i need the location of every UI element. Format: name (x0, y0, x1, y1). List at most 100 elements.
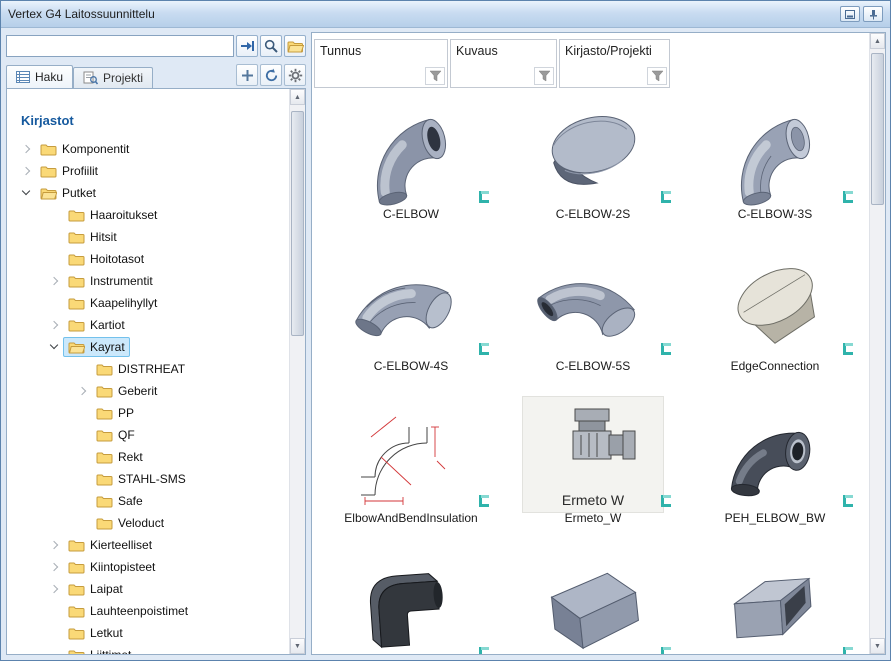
tree-item-distrheat[interactable]: DISTRHEAT (7, 358, 305, 380)
tree-item-kiintopisteet[interactable]: Kiintopisteet (7, 556, 305, 578)
component-item-c-elbow-5s[interactable]: C-ELBOW-5S (502, 241, 684, 393)
component-item-c-elbow-2s[interactable]: C-ELBOW-2S (502, 89, 684, 241)
folder-icon (40, 142, 57, 156)
column-header-kirjasto-projekti[interactable]: Kirjasto/Projekti (559, 39, 670, 88)
expand-arrow-icon[interactable] (47, 559, 63, 575)
titlebar[interactable]: Vertex G4 Laitossuunnittelu (1, 1, 890, 28)
tree-item-qf[interactable]: QF (7, 424, 305, 446)
tree-item-kayrat[interactable]: Kayrat (7, 336, 305, 358)
tree-item-pp[interactable]: PP (7, 402, 305, 424)
tree-item-stahl-sms[interactable]: STAHL-SMS (7, 468, 305, 490)
folder-icon (68, 560, 85, 574)
tree-item-liittimet[interactable]: Liittimet (7, 644, 305, 655)
tree-scrollbar-thumb[interactable] (291, 111, 304, 336)
component-item[interactable] (320, 545, 502, 654)
scroll-up-arrow-icon[interactable]: ▲ (870, 33, 885, 49)
tree-item-instrumentit[interactable]: Instrumentit (7, 270, 305, 292)
pin-icon (869, 9, 878, 20)
component-item-peh-elbow-bw[interactable]: PEH_ELBOW_BW (684, 393, 866, 545)
settings-button[interactable] (284, 64, 306, 86)
component-preview (523, 93, 663, 208)
plus-icon (240, 68, 255, 83)
expander-spacer (47, 251, 63, 267)
tree-item-geberit[interactable]: Geberit (7, 380, 305, 402)
collapse-arrow-icon[interactable] (19, 185, 35, 201)
add-button[interactable] (236, 64, 258, 86)
refresh-button[interactable] (260, 64, 282, 86)
expand-arrow-icon[interactable] (19, 141, 35, 157)
expand-arrow-icon[interactable] (47, 273, 63, 289)
filter-button-kirjasto-projekti[interactable] (647, 67, 667, 85)
component-item[interactable] (684, 545, 866, 654)
expand-arrow-icon[interactable] (47, 537, 63, 553)
library-badge-icon (840, 189, 856, 205)
filter-button-tunnus[interactable] (425, 67, 445, 85)
folder-icon (96, 494, 113, 508)
tree-item-rekt[interactable]: Rekt (7, 446, 305, 468)
filter-funnel-icon (651, 70, 664, 82)
search-button[interactable] (260, 35, 282, 57)
folder-icon (96, 406, 113, 420)
tree-item-haaroitukset[interactable]: Haaroitukset (7, 204, 305, 226)
component-item-c-elbow-4s[interactable]: C-ELBOW-4S (320, 241, 502, 393)
expand-arrow-icon[interactable] (19, 163, 35, 179)
column-header-kuvaus[interactable]: Kuvaus (450, 39, 557, 88)
results-scrollbar[interactable]: ▲ ▼ (869, 33, 885, 654)
tree-item-kaapelihyllyt[interactable]: Kaapelihyllyt (7, 292, 305, 314)
results-grid: C-ELBOWC-ELBOW-2SC-ELBOW-3S C-ELBOW-4SC-E… (320, 89, 868, 654)
expander-spacer (47, 295, 63, 311)
tree-root-label[interactable]: Kirjastot (21, 113, 305, 130)
results-scrollbar-thumb[interactable] (871, 53, 884, 205)
tree-item-hitsit[interactable]: Hitsit (7, 226, 305, 248)
scroll-down-arrow-icon[interactable]: ▼ (290, 638, 305, 654)
column-label: Kuvaus (456, 44, 498, 58)
tree-item-kartiot[interactable]: Kartiot (7, 314, 305, 336)
tab-haku[interactable]: Haku (6, 65, 73, 88)
component-item[interactable] (502, 545, 684, 654)
scroll-up-arrow-icon[interactable]: ▲ (290, 89, 305, 105)
tree-item-laipat[interactable]: Laipat (7, 578, 305, 600)
tree-item-veloduct[interactable]: Veloduct (7, 512, 305, 534)
expand-arrow-icon[interactable] (47, 317, 63, 333)
column-header-tunnus[interactable]: Tunnus (314, 39, 448, 88)
folder-icon (68, 208, 85, 222)
tree-item-lauhteenpoistimet[interactable]: Lauhteenpoistimet (7, 600, 305, 622)
tree-scrollbar[interactable]: ▲ ▼ (289, 89, 305, 654)
collapse-arrow-icon[interactable] (47, 339, 63, 355)
scroll-down-arrow-icon[interactable]: ▼ (870, 638, 885, 654)
tree-item-label: Haaroitukset (90, 208, 157, 222)
tree-item-letkut[interactable]: Letkut (7, 622, 305, 644)
tree-item-safe[interactable]: Safe (7, 490, 305, 512)
library-badge-icon (476, 493, 492, 509)
expander-spacer (47, 207, 63, 223)
magnifier-icon (264, 39, 278, 53)
tree-item-label: QF (118, 428, 135, 442)
tree-item-putket[interactable]: Putket (7, 182, 305, 204)
expand-arrow-icon[interactable] (75, 383, 91, 399)
tree-item-kierteelliset[interactable]: Kierteelliset (7, 534, 305, 556)
search-go-button[interactable] (236, 35, 258, 57)
tab-projekti-label: Projekti (103, 71, 143, 85)
component-item-ermeto-w[interactable]: Ermeto WErmeto_W (502, 393, 684, 545)
pin-button[interactable] (863, 6, 883, 22)
browse-folder-button[interactable] (284, 35, 306, 57)
tree-item-komponentit[interactable]: Komponentit (7, 138, 305, 160)
search-input[interactable] (6, 35, 234, 57)
tab-projekti[interactable]: Projekti (73, 67, 153, 88)
component-item-elbowandbendinsulation[interactable]: ElbowAndBendInsulation (320, 393, 502, 545)
expander-spacer (47, 229, 63, 245)
filter-button-kuvaus[interactable] (534, 67, 554, 85)
minimize-button[interactable] (840, 6, 860, 22)
folder-icon (40, 164, 57, 178)
component-item-c-elbow[interactable]: C-ELBOW (320, 89, 502, 241)
tree-item-label: Letkut (90, 626, 123, 640)
tree-item-hoitotasot[interactable]: Hoitotasot (7, 248, 305, 270)
component-label: ElbowAndBendInsulation (320, 511, 502, 525)
folder-icon (68, 538, 85, 552)
folder-icon (96, 450, 113, 464)
folder-icon (96, 384, 113, 398)
expand-arrow-icon[interactable] (47, 581, 63, 597)
component-item-c-elbow-3s[interactable]: C-ELBOW-3S (684, 89, 866, 241)
tree-item-profiilit[interactable]: Profiilit (7, 160, 305, 182)
component-item-edgeconnection[interactable]: EdgeConnection (684, 241, 866, 393)
